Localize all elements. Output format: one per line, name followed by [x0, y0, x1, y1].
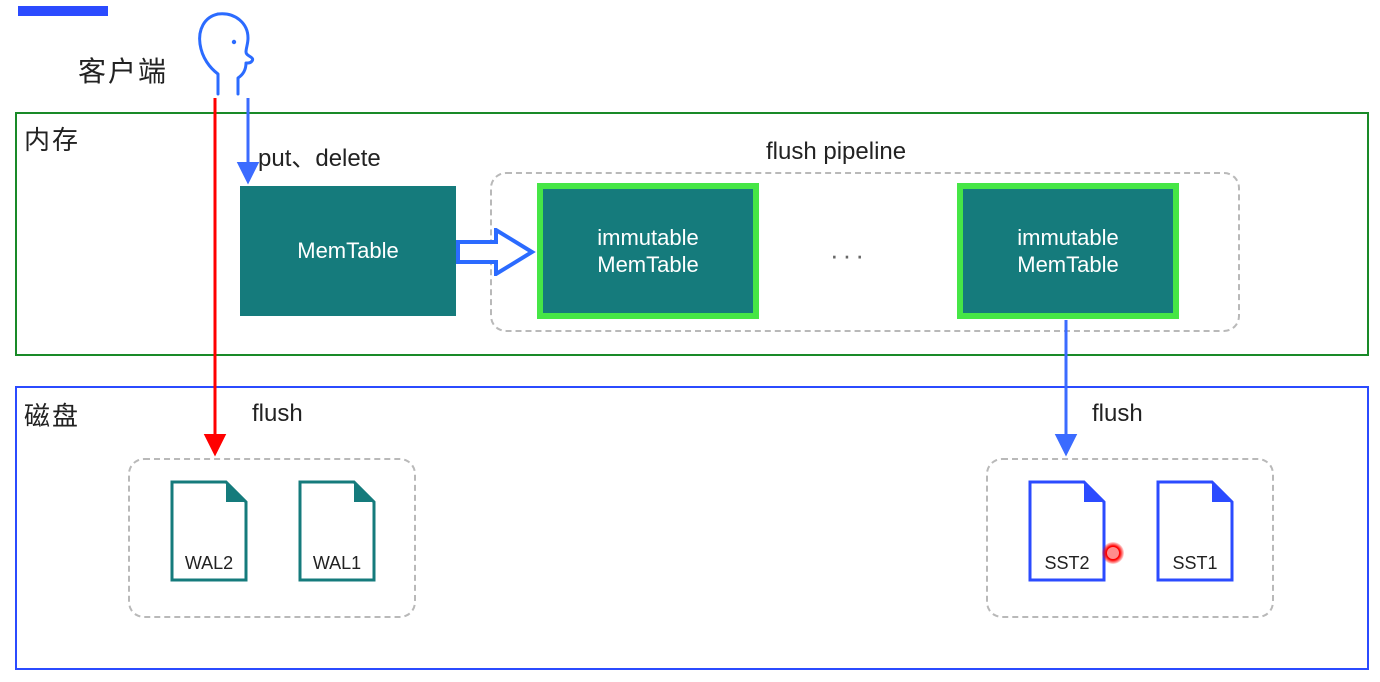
flow-arrows — [0, 0, 1380, 682]
diagram-root: 客户端 内存 put、delete flush pipeline MemTabl… — [0, 0, 1380, 682]
